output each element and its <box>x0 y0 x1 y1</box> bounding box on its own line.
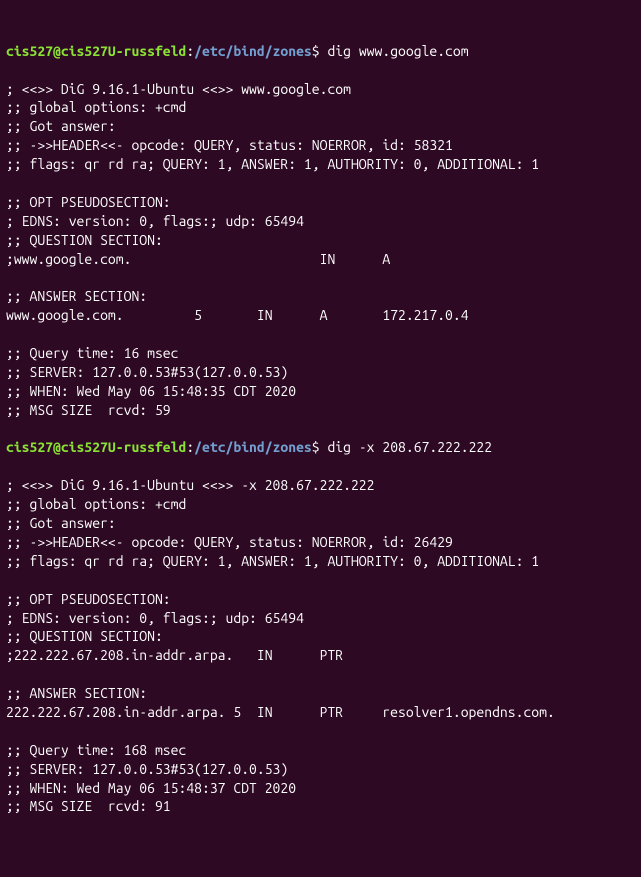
user-host: cis527@cis527U-russfeld <box>6 43 186 59</box>
command-text: dig -x 208.67.222.222 <box>327 439 492 455</box>
output-line: ;; ->>HEADER<<- opcode: QUERY, status: N… <box>6 534 453 550</box>
output-line: ;; MSG SIZE rcvd: 59 <box>6 402 171 418</box>
output-line: ;www.google.com. IN A <box>6 251 390 267</box>
output-line: ;; WHEN: Wed May 06 15:48:37 CDT 2020 <box>6 780 296 796</box>
output-line: ; <<>> DiG 9.16.1-Ubuntu <<>> www.google… <box>6 81 351 97</box>
path: /etc/bind/zones <box>194 439 312 455</box>
path: /etc/bind/zones <box>194 43 312 59</box>
dollar: $ <box>312 43 328 59</box>
output-line: ; EDNS: version: 0, flags:; udp: 65494 <box>6 610 304 626</box>
terminal[interactable]: cis527@cis527U-russfeld:/etc/bind/zones$… <box>6 42 635 817</box>
output-line: ;; ->>HEADER<<- opcode: QUERY, status: N… <box>6 137 453 153</box>
user-host: cis527@cis527U-russfeld <box>6 439 186 455</box>
output-line: ;; Query time: 16 msec <box>6 345 178 361</box>
output-line: ;; flags: qr rd ra; QUERY: 1, ANSWER: 1,… <box>6 553 539 569</box>
dollar: $ <box>312 439 328 455</box>
output-line: ;; MSG SIZE rcvd: 91 <box>6 798 171 814</box>
output-line: www.google.com. 5 IN A 172.217.0.4 <box>6 307 469 323</box>
output-line: ;; ANSWER SECTION: <box>6 288 147 304</box>
output-line: ;; WHEN: Wed May 06 15:48:35 CDT 2020 <box>6 383 296 399</box>
output-line: ;; Query time: 168 msec <box>6 742 186 758</box>
output-line: ;; OPT PSEUDOSECTION: <box>6 591 171 607</box>
colon: : <box>186 439 194 455</box>
output-line: ;; global options: +cmd <box>6 99 186 115</box>
output-line: ;; OPT PSEUDOSECTION: <box>6 194 171 210</box>
output-line: ;; QUESTION SECTION: <box>6 232 163 248</box>
output-line: ;; SERVER: 127.0.0.53#53(127.0.0.53) <box>6 761 288 777</box>
prompt-line-2: cis527@cis527U-russfeld:/etc/bind/zones$… <box>6 439 492 455</box>
output-line: ;; ANSWER SECTION: <box>6 685 147 701</box>
output-line: ; <<>> DiG 9.16.1-Ubuntu <<>> -x 208.67.… <box>6 477 374 493</box>
output-line: ;222.222.67.208.in-addr.arpa. IN PTR <box>6 647 343 663</box>
output-line: ;; Got answer: <box>6 515 116 531</box>
output-line: ;; flags: qr rd ra; QUERY: 1, ANSWER: 1,… <box>6 156 539 172</box>
output-line: ;; QUESTION SECTION: <box>6 628 163 644</box>
colon: : <box>186 43 194 59</box>
output-line: ;; Got answer: <box>6 118 116 134</box>
output-line: ; EDNS: version: 0, flags:; udp: 65494 <box>6 213 304 229</box>
output-line: ;; global options: +cmd <box>6 496 186 512</box>
command-text: dig www.google.com <box>327 43 468 59</box>
output-line: ;; SERVER: 127.0.0.53#53(127.0.0.53) <box>6 364 288 380</box>
output-line: 222.222.67.208.in-addr.arpa. 5 IN PTR re… <box>6 704 555 720</box>
prompt-line-1: cis527@cis527U-russfeld:/etc/bind/zones$… <box>6 43 469 59</box>
